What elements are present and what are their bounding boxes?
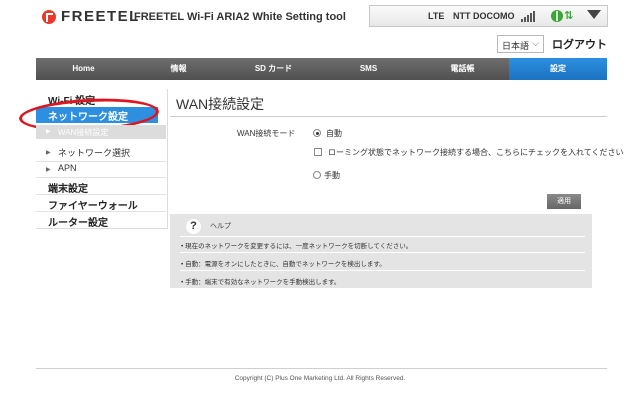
apply-button[interactable]: 適用 bbox=[547, 194, 581, 209]
globe-icon bbox=[551, 10, 563, 22]
manual-radio[interactable] bbox=[313, 171, 321, 179]
manual-radio-label: 手動 bbox=[324, 171, 340, 180]
auto-radio[interactable] bbox=[313, 129, 321, 137]
nav-settings[interactable]: 設定 bbox=[509, 58, 607, 80]
sidebar-item-router[interactable]: ルーター設定 bbox=[48, 214, 108, 229]
status-bar: LTE NTT DOCOMO ⇅ bbox=[369, 5, 608, 27]
nav-sms[interactable]: SMS bbox=[321, 58, 416, 80]
wan-mode-label: WAN接続モード bbox=[237, 129, 296, 138]
arrow-right-icon: ▶ bbox=[46, 129, 51, 135]
divider bbox=[36, 161, 166, 162]
auto-radio-label: 自動 bbox=[326, 129, 342, 138]
help-text-line: • 手動：端末で有効なネットワークを手動検出します。 bbox=[181, 279, 341, 286]
signal-bars-icon bbox=[521, 11, 537, 22]
divider bbox=[180, 236, 585, 237]
footer-divider bbox=[36, 368, 607, 369]
help-text-line: • 現在のネットワークを変更するには、一度ネットワークを切断してください。 bbox=[181, 243, 413, 250]
arrow-right-icon: ▶ bbox=[46, 167, 51, 173]
chevron-down-icon: ⌵ bbox=[532, 38, 539, 48]
roaming-checkbox-label: ローミング状態でネットワーク接続する場合、こちらにチェックを入れてください bbox=[328, 148, 624, 157]
sidebar-item-device[interactable]: 端末設定 bbox=[48, 180, 88, 195]
help-text-line: • 自動：電源をオンにしたときに、自動でネットワークを検出します。 bbox=[181, 261, 386, 268]
sidebar-item-network-select[interactable]: ネットワーク選択 bbox=[58, 146, 130, 159]
network-type: LTE bbox=[428, 11, 445, 21]
help-panel: ? ヘルプ • 現在のネットワークを変更するには、一度ネットワークを切断してくだ… bbox=[170, 214, 592, 288]
data-arrows-icon: ⇅ bbox=[564, 10, 574, 22]
title-divider bbox=[170, 116, 607, 117]
help-icon: ? bbox=[186, 219, 201, 234]
help-title: ヘルプ bbox=[210, 223, 231, 230]
sidebar-item-wan[interactable]: WAN接続設定 bbox=[36, 125, 166, 139]
divider bbox=[36, 211, 166, 212]
language-value: 日本語 bbox=[502, 41, 530, 51]
divider bbox=[180, 252, 585, 253]
sidebar-item-apn[interactable]: APN bbox=[58, 163, 77, 173]
sidebar-item-firewall[interactable]: ファイヤーウォール bbox=[48, 197, 138, 212]
logout-link[interactable]: ログアウト bbox=[552, 36, 607, 52]
nav-home[interactable]: Home bbox=[36, 58, 131, 80]
nav-phonebook[interactable]: 電話帳 bbox=[416, 58, 509, 80]
carrier-name: NTT DOCOMO bbox=[453, 11, 515, 21]
language-select[interactable]: 日本語 ⌵ bbox=[497, 35, 544, 53]
copyright: Copyright (C) Plus One Marketing Ltd. Al… bbox=[234, 375, 406, 382]
wifi-icon bbox=[587, 10, 601, 21]
nav-sd-card[interactable]: SD カード bbox=[226, 58, 321, 80]
freetel-logo-icon bbox=[42, 10, 56, 24]
roaming-checkbox[interactable] bbox=[314, 148, 322, 156]
divider bbox=[180, 270, 585, 271]
sidebar: Wi-Fi 設定 ネットワーク設定 WAN接続設定 ▶ ▶ ネットワーク選択 ▶… bbox=[18, 89, 168, 229]
main-nav: Home 情報 SD カード SMS 電話帳 設定 bbox=[36, 58, 607, 80]
brand-logo-text: FREETEL bbox=[61, 8, 140, 25]
app-title: FREETEL Wi-Fi ARIA2 White Setting tool bbox=[134, 11, 346, 23]
arrow-right-icon: ▶ bbox=[46, 150, 51, 156]
page-title: WAN接続設定 bbox=[176, 96, 265, 112]
divider bbox=[36, 177, 166, 178]
divider bbox=[36, 194, 166, 195]
nav-info[interactable]: 情報 bbox=[131, 58, 226, 80]
